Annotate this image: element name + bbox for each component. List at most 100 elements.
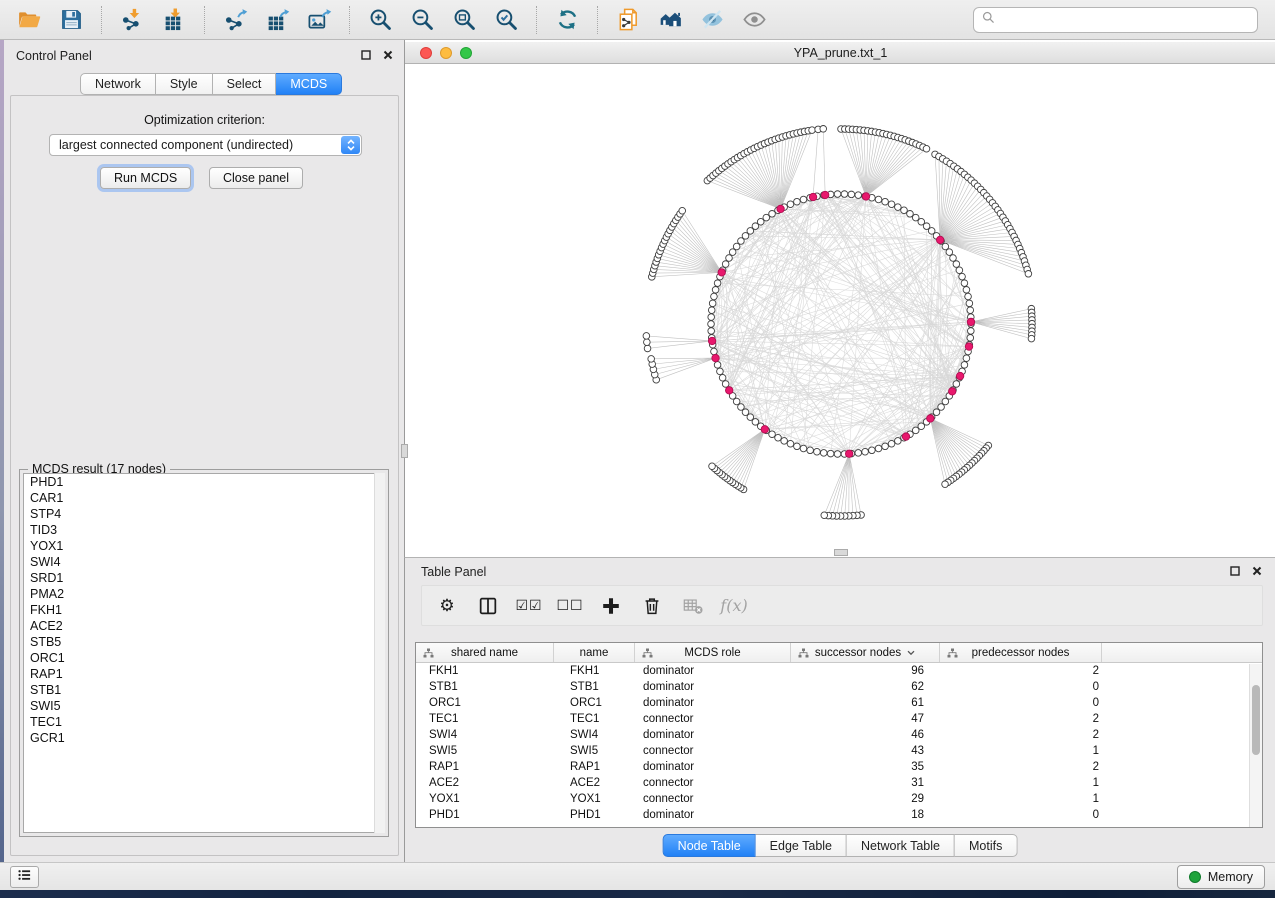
tab-style[interactable]: Style xyxy=(156,73,213,95)
table-cell: 2 xyxy=(940,727,1102,743)
shared-column-icon xyxy=(423,648,434,661)
mcds-result-item[interactable]: CAR1 xyxy=(24,490,384,506)
horizontal-splitter-handle[interactable] xyxy=(834,549,848,556)
zoom-fit-icon[interactable] xyxy=(448,4,480,36)
search-input[interactable] xyxy=(1001,13,1249,27)
table-row[interactable]: SWI5SWI5connector431 xyxy=(416,743,1262,759)
column-header-shared-name[interactable]: shared name xyxy=(416,643,554,662)
column-header-successor-nodes[interactable]: successor nodes xyxy=(791,643,940,662)
column-header-filler xyxy=(1102,643,1261,662)
export-table-icon[interactable] xyxy=(261,4,293,36)
table-row[interactable]: FKH1FKH1dominator962 xyxy=(416,663,1262,679)
tab-network[interactable]: Network xyxy=(80,73,156,95)
hide-selected-icon[interactable] xyxy=(696,4,728,36)
mcds-result-item[interactable]: PHD1 xyxy=(24,474,384,490)
table-cell: 0 xyxy=(940,807,1102,823)
tab-node-table[interactable]: Node Table xyxy=(663,834,756,857)
table-row[interactable]: ACE2ACE2connector311 xyxy=(416,775,1262,791)
save-session-icon[interactable] xyxy=(55,4,87,36)
node-table-body: FKH1FKH1dominator962STB1STB1dominator620… xyxy=(416,663,1262,823)
settings-gear-icon[interactable]: ⚙ xyxy=(434,593,460,619)
column-header-predecessor-nodes[interactable]: predecessor nodes xyxy=(940,643,1102,662)
table-row[interactable]: ORC1ORC1dominator610 xyxy=(416,695,1262,711)
tab-network-table[interactable]: Network Table xyxy=(847,834,955,857)
mcds-result-item[interactable]: TEC1 xyxy=(24,714,384,730)
show-all-icon[interactable] xyxy=(738,4,770,36)
table-row[interactable]: RAP1RAP1dominator352 xyxy=(416,759,1262,775)
table-cell: dominator xyxy=(635,807,791,823)
table-cell: 35 xyxy=(791,759,940,775)
split-panel-icon[interactable] xyxy=(475,593,501,619)
mcds-result-item[interactable]: PMA2 xyxy=(24,586,384,602)
copy-network-icon[interactable] xyxy=(612,4,644,36)
tab-select[interactable]: Select xyxy=(213,73,277,95)
table-row[interactable]: STB1STB1dominator620 xyxy=(416,679,1262,695)
table-row[interactable]: PHD1PHD1dominator180 xyxy=(416,807,1262,823)
tab-mcds[interactable]: MCDS xyxy=(276,73,342,95)
mcds-result-item[interactable]: RAP1 xyxy=(24,666,384,682)
memory-button[interactable]: Memory xyxy=(1177,865,1265,889)
float-panel-icon[interactable] xyxy=(1229,565,1241,577)
import-network-icon[interactable] xyxy=(116,4,148,36)
add-column-icon[interactable] xyxy=(598,593,624,619)
criterion-dropdown[interactable]: largest connected component (undirected) xyxy=(49,134,362,156)
export-network-icon[interactable] xyxy=(219,4,251,36)
zoom-selected-icon[interactable] xyxy=(490,4,522,36)
mcds-result-item[interactable]: SWI4 xyxy=(24,554,384,570)
run-mcds-button[interactable]: Run MCDS xyxy=(100,167,191,189)
shared-column-icon xyxy=(642,648,653,661)
zoom-out-icon[interactable] xyxy=(406,4,438,36)
close-panel-icon[interactable] xyxy=(1251,565,1263,577)
vertical-splitter-handle[interactable] xyxy=(401,444,408,458)
first-neighbors-icon[interactable] xyxy=(654,4,686,36)
close-panel-button[interactable]: Close panel xyxy=(209,167,303,189)
search-icon xyxy=(982,11,995,29)
tab-edge-table[interactable]: Edge Table xyxy=(756,834,847,857)
column-header-name[interactable]: name xyxy=(554,643,635,662)
float-panel-icon[interactable] xyxy=(360,49,372,61)
mcds-result-item[interactable]: STB5 xyxy=(24,634,384,650)
import-table-icon[interactable] xyxy=(158,4,190,36)
export-image-icon[interactable] xyxy=(303,4,335,36)
refresh-icon[interactable] xyxy=(551,4,583,36)
close-panel-icon[interactable] xyxy=(382,49,394,61)
select-all-icon[interactable]: ☑☑ xyxy=(516,593,542,619)
mcds-result-item[interactable]: YOX1 xyxy=(24,538,384,554)
table-cell: TEC1 xyxy=(416,711,554,727)
mcds-result-item[interactable]: SWI5 xyxy=(24,698,384,714)
mcds-result-item[interactable]: SRD1 xyxy=(24,570,384,586)
column-header-MCDS-role[interactable]: MCDS role xyxy=(635,643,791,662)
search-field[interactable] xyxy=(973,7,1258,33)
mcds-result-item[interactable]: ORC1 xyxy=(24,650,384,666)
mcds-result-item[interactable]: GCR1 xyxy=(24,730,384,746)
table-scrollbar[interactable] xyxy=(1249,664,1262,827)
column-header-label: successor nodes xyxy=(815,647,901,659)
column-header-label: name xyxy=(580,647,609,659)
table-row[interactable]: TEC1TEC1connector472 xyxy=(416,711,1262,727)
mcds-tab-content: Optimization criterion: largest connecte… xyxy=(10,95,399,856)
task-history-button[interactable] xyxy=(10,866,39,888)
table-row[interactable]: SWI4SWI4dominator462 xyxy=(416,727,1262,743)
table-cell: 96 xyxy=(791,663,940,679)
network-view[interactable] xyxy=(405,65,1274,556)
table-panel-tabs: Node TableEdge TableNetwork TableMotifs xyxy=(663,834,1018,857)
toolbar-separator xyxy=(101,6,102,34)
mcds-result-item[interactable]: TID3 xyxy=(24,522,384,538)
mcds-result-list[interactable]: PHD1CAR1STP4TID3YOX1SWI4SRD1PMA2FKH1ACE2… xyxy=(23,473,385,833)
control-panel: Control Panel NetworkStyleSelectMCDS Opt… xyxy=(4,40,404,862)
deselect-all-icon[interactable]: ☐☐ xyxy=(557,593,583,619)
open-file-icon[interactable] xyxy=(13,4,45,36)
table-scrollbar-thumb[interactable] xyxy=(1252,685,1260,755)
delete-rows-icon[interactable] xyxy=(639,593,665,619)
mcds-result-scrollbar[interactable] xyxy=(374,473,385,833)
mcds-result-item[interactable]: FKH1 xyxy=(24,602,384,618)
table-cell: 1 xyxy=(940,775,1102,791)
zoom-in-icon[interactable] xyxy=(364,4,396,36)
tab-motifs[interactable]: Motifs xyxy=(955,834,1017,857)
table-cell: SWI5 xyxy=(416,743,554,759)
mcds-result-item[interactable]: ACE2 xyxy=(24,618,384,634)
toolbar-separator xyxy=(597,6,598,34)
table-row[interactable]: YOX1YOX1connector291 xyxy=(416,791,1262,807)
mcds-result-item[interactable]: STP4 xyxy=(24,506,384,522)
mcds-result-item[interactable]: STB1 xyxy=(24,682,384,698)
